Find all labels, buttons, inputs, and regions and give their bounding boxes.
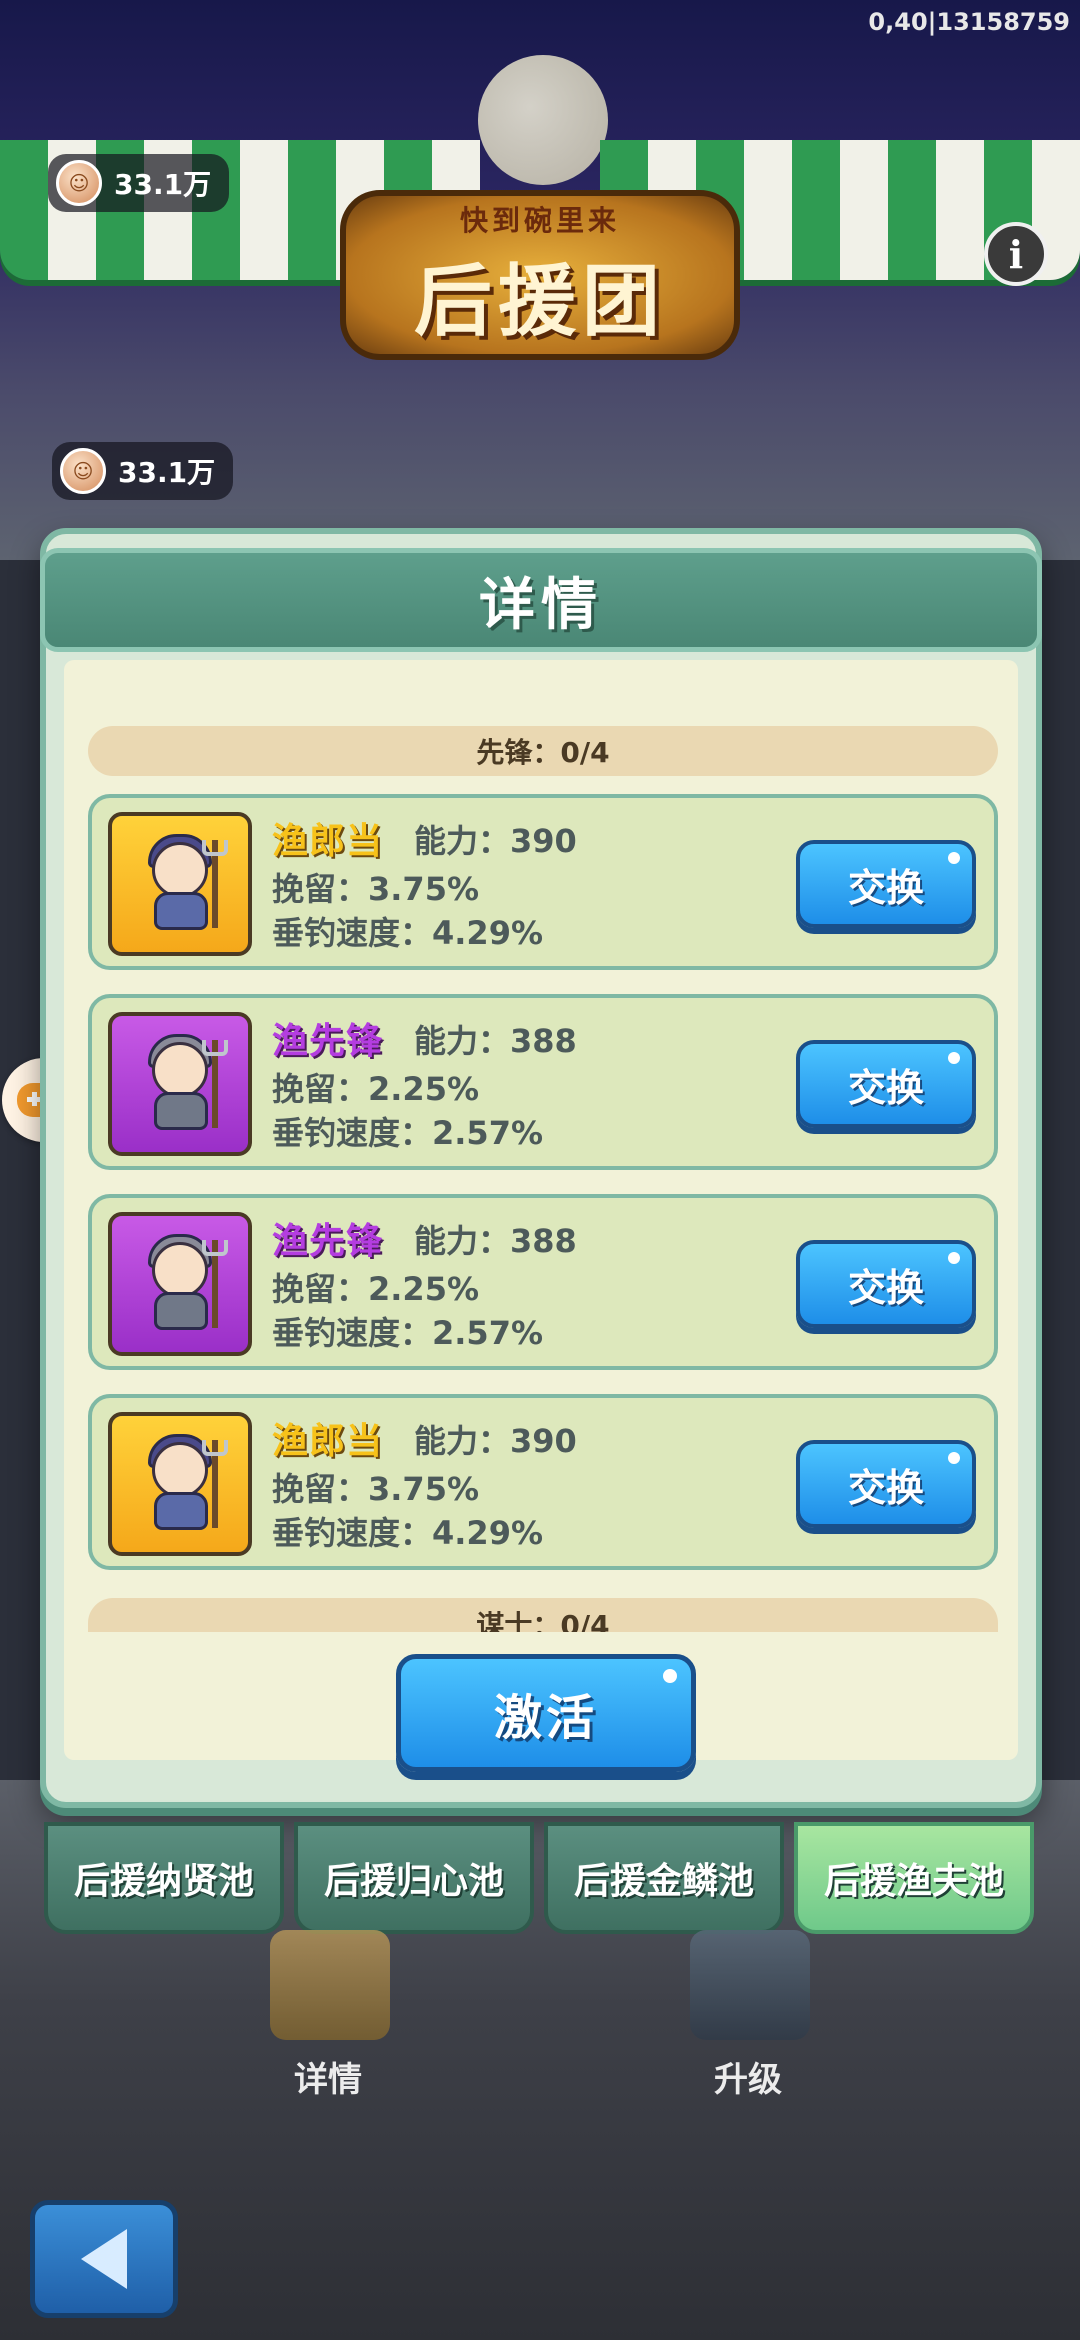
coin-amount: 33.1万 [118,456,216,489]
fisherman-icon [132,1034,228,1134]
swap-button[interactable]: 交换 [796,840,976,928]
modal-title: 详情 [479,572,603,638]
character-name: 渔郎当 [272,821,384,862]
character-fishing-speed: 垂钓速度：2.57% [272,1114,544,1152]
character-name: 渔郎当 [272,1421,384,1462]
tab-fisherman-pool[interactable]: 后援渔夫池 [794,1822,1034,1934]
character-card: 渔先锋 能力：388 挽留：2.25% 垂钓速度：2.57% 交换 [88,1194,998,1370]
info-button[interactable]: i [984,222,1048,286]
fisherman-icon [132,1234,228,1334]
event-logo: 快到碗里来 后援团 [340,190,740,360]
character-power: 能力：388 [414,1222,577,1260]
character-retain: 挽留：2.25% [272,1270,480,1308]
back-arrow-icon [81,2229,127,2289]
character-avatar[interactable] [108,1412,252,1556]
character-fishing-speed: 垂钓速度：4.29% [272,1514,544,1552]
character-power: 能力：390 [414,822,577,860]
character-avatar[interactable] [108,812,252,956]
swap-button[interactable]: 交换 [796,1040,976,1128]
character-name: 渔先锋 [272,1021,384,1062]
tab-golden-scale-pool[interactable]: 后援金鳞池 [544,1822,784,1934]
character-power: 能力：390 [414,1422,577,1460]
logo-title: 后援团 [413,257,666,347]
character-card: 渔郎当 能力：390 挽留：3.75% 垂钓速度：4.29% 交换 [88,1394,998,1570]
character-card: 渔郎当 能力：390 挽留：3.75% 垂钓速度：4.29% 交换 [88,794,998,970]
debug-id-text: 0,40|13158759 [868,8,1070,36]
coin-amount: 33.1万 [114,168,212,201]
character-retain: 挽留：2.25% [272,1070,480,1108]
coin-balance: ☺ 33.1万 [52,442,234,500]
fisherman-icon [132,1434,228,1534]
upgrade-label: 升级 [714,2060,782,2100]
swap-button[interactable]: 交换 [796,1440,976,1528]
character-card: 渔先锋 能力：388 挽留：2.25% 垂钓速度：2.57% 交换 [88,994,998,1170]
activate-button[interactable]: 激活 [396,1654,696,1772]
character-power: 能力：388 [414,1022,577,1060]
building-upgrade-icon[interactable] [690,1930,810,2040]
details-modal: 详情 先锋：0/4 渔郎当 能力：390 挽留：3.75% 垂钓速度：4.29%… [40,528,1042,1808]
coin-balance-top: ☺ 33.1万 [48,154,230,212]
character-retain: 挽留：3.75% [272,870,480,908]
coin-icon: ☺ [56,160,102,206]
section-header-strategist-label: 谋士：0/4 [476,1609,610,1632]
character-avatar[interactable] [108,1212,252,1356]
character-fishing-speed: 垂钓速度：2.57% [272,1314,544,1352]
modal-header: 详情 [40,548,1042,652]
moon-decoration [478,55,608,185]
modal-body: 先锋：0/4 渔郎当 能力：390 挽留：3.75% 垂钓速度：4.29% 交换… [64,660,1018,1760]
fisherman-icon [132,834,228,934]
swap-button[interactable]: 交换 [796,1240,976,1328]
character-fishing-speed: 垂钓速度：4.29% [272,914,544,952]
details-label: 详情 [294,2060,362,2100]
back-button[interactable] [30,2200,178,2318]
character-avatar[interactable] [108,1012,252,1156]
coin-icon: ☺ [60,448,106,494]
pool-tabs: 后援纳贤池 后援归心池 后援金鳞池 后援渔夫池 [44,1822,1036,1934]
scroll-details-icon[interactable] [270,1930,390,2040]
tab-loyalty-pool[interactable]: 后援归心池 [294,1822,534,1934]
logo-subtitle: 快到碗里来 [459,204,620,237]
character-retain: 挽留：3.75% [272,1470,480,1508]
section-header-vanguard: 先锋：0/4 [88,726,998,776]
tab-recruit-pool[interactable]: 后援纳贤池 [44,1822,284,1934]
character-name: 渔先锋 [272,1221,384,1262]
section-header-strategist: 谋士：0/4 [88,1598,998,1632]
